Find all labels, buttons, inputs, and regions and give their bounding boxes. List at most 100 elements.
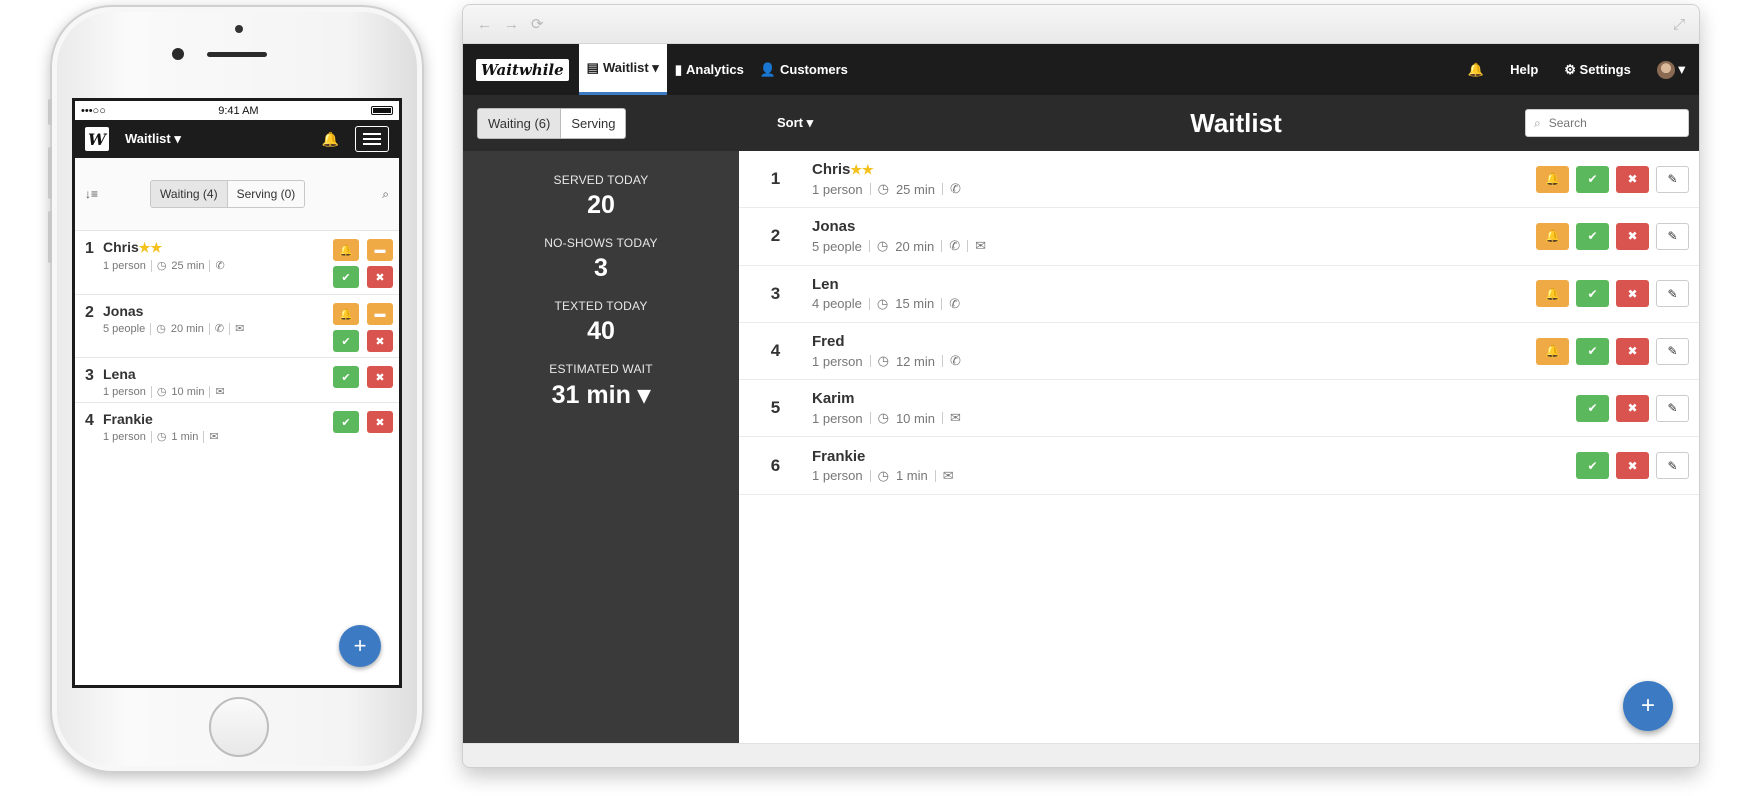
app-logo[interactable]: W xyxy=(85,127,109,151)
wait-time: 10 min xyxy=(895,410,935,426)
star-icon: ★★ xyxy=(138,240,163,255)
volume-up-button xyxy=(48,147,52,199)
edit-button[interactable]: ✎ xyxy=(1656,165,1689,193)
estimated-wait-dropdown[interactable]: 31 min ▾ xyxy=(463,380,739,410)
serve-button[interactable]: ✔ xyxy=(333,330,359,352)
notify-button[interactable]: 🔔 xyxy=(1536,337,1569,365)
table-row[interactable]: 1 Chris★★ 1 person ◷ 25 min ✆ 🔔 ✔ ✖ ✎ xyxy=(739,151,1699,209)
search-icon[interactable]: ⌕ xyxy=(382,187,389,202)
list-item[interactable]: 2 Jonas 5 people ◷ 20 min ✆ ✉ 🔔 ▬ ✔ ✖ xyxy=(75,295,399,358)
notify-button[interactable]: 🔔 xyxy=(333,239,359,261)
search-icon: ⌕ xyxy=(1534,115,1541,130)
remove-button[interactable]: ✖ xyxy=(367,330,393,352)
queue-number: 6 xyxy=(770,455,781,475)
notify-button[interactable]: 🔔 xyxy=(333,303,359,325)
sort-icon[interactable]: ↓≡ xyxy=(85,187,98,201)
queue-tabs: Waiting (6) Serving xyxy=(477,107,627,139)
nav-customers[interactable]: 👤 Customers xyxy=(752,44,856,95)
reload-icon[interactable]: ⟳ xyxy=(531,15,544,33)
remove-button[interactable]: ✖ xyxy=(1616,452,1649,480)
remove-button[interactable]: ✖ xyxy=(1616,222,1649,250)
mute-switch xyxy=(48,99,52,125)
nav-analytics[interactable]: ▮ Analytics xyxy=(667,44,752,95)
app-logo[interactable]: Waitwhile xyxy=(476,58,569,81)
wait-time: 1 min xyxy=(171,430,199,443)
stat-no-shows-today: NO-SHOWS TODAY 3 xyxy=(463,236,739,283)
table-row[interactable]: 5 Karim 1 person ◷ 10 min ✉ ✔ ✖ ✎ xyxy=(739,380,1699,438)
queue-number: 1 xyxy=(770,169,781,189)
serve-button[interactable]: ✔ xyxy=(333,366,359,388)
serve-button[interactable]: ✔ xyxy=(1576,452,1609,480)
volume-down-button xyxy=(48,211,52,263)
envelope-icon: ✉ xyxy=(235,323,245,335)
status-bar: •••○○ 9:41 AM xyxy=(75,101,399,120)
user-menu[interactable]: ▾ xyxy=(1656,60,1685,79)
front-camera xyxy=(172,48,184,60)
remove-button[interactable]: ✖ xyxy=(367,411,393,433)
clock-icon: ◷ xyxy=(877,410,889,426)
edit-button[interactable]: ✎ xyxy=(1656,222,1689,250)
sort-dropdown[interactable]: Sort ▾ xyxy=(777,115,813,131)
search-box[interactable]: ⌕ xyxy=(1525,109,1689,137)
tab-waiting[interactable]: Waiting (6) xyxy=(478,108,562,138)
search-input[interactable] xyxy=(1548,116,1669,130)
remove-button[interactable]: ✖ xyxy=(1616,165,1649,193)
edit-button[interactable]: ✎ xyxy=(1656,280,1689,308)
queue-number: 4 xyxy=(85,412,94,429)
add-guest-button[interactable]: + xyxy=(339,625,381,667)
message-button[interactable]: ▬ xyxy=(367,239,393,261)
edit-button[interactable]: ✎ xyxy=(1656,337,1689,365)
back-icon[interactable]: ← xyxy=(477,16,492,33)
tab-waiting[interactable]: Waiting (4) xyxy=(151,181,228,207)
remove-button[interactable]: ✖ xyxy=(367,266,393,288)
message-button[interactable]: ▬ xyxy=(367,303,393,325)
tab-serving[interactable]: Serving xyxy=(561,109,625,138)
forward-icon[interactable]: → xyxy=(504,16,519,33)
gear-icon: ⚙ xyxy=(1564,61,1576,77)
remove-button[interactable]: ✖ xyxy=(367,366,393,388)
edit-button[interactable]: ✎ xyxy=(1656,394,1689,422)
nav-help[interactable]: Help xyxy=(1510,62,1538,77)
menu-button[interactable] xyxy=(355,126,389,152)
table-row[interactable]: 6 Frankie 1 person ◷ 1 min ✉ ✔ ✖ ✎ xyxy=(739,437,1699,495)
nav-customers-label: Customers xyxy=(780,62,848,77)
nav-analytics-label: Analytics xyxy=(686,62,744,77)
table-row[interactable]: 3 Len 4 people ◷ 15 min ✆ 🔔 ✔ ✖ ✎ xyxy=(739,266,1699,323)
add-guest-button[interactable]: + xyxy=(1623,681,1673,731)
queue-number: 3 xyxy=(770,283,781,303)
party-size: 5 people xyxy=(103,322,146,335)
serve-button[interactable]: ✔ xyxy=(1576,337,1609,365)
clock-icon: ◷ xyxy=(877,467,889,483)
nav-settings-label: Settings xyxy=(1579,61,1631,77)
notify-button[interactable]: 🔔 xyxy=(1536,165,1569,193)
bell-icon[interactable]: 🔔 xyxy=(322,131,339,148)
expand-icon[interactable]: ⤢ xyxy=(1673,16,1685,33)
nav-settings[interactable]: ⚙ Settings xyxy=(1564,62,1631,78)
waitlist-body: SERVED TODAY 20 NO-SHOWS TODAY 3 TEXTED … xyxy=(463,151,1699,743)
serve-button[interactable]: ✔ xyxy=(1576,394,1609,422)
envelope-icon: ✉ xyxy=(975,238,987,254)
serve-button[interactable]: ✔ xyxy=(1576,280,1609,308)
list-item[interactable]: 3 Lena 1 person ◷ 10 min ✉ ✔ ✖ xyxy=(75,358,399,403)
table-row[interactable]: 2 Jonas 5 people ◷ 20 min ✆ ✉ 🔔 ✔ ✖ ✎ xyxy=(739,208,1699,266)
table-row[interactable]: 4 Fred 1 person ◷ 12 min ✆ 🔔 ✔ ✖ ✎ xyxy=(739,323,1699,381)
remove-button[interactable]: ✖ xyxy=(1616,337,1649,365)
list-item[interactable]: 1 Chris★★ 1 person ◷ 25 min ✆ 🔔 ▬ ✔ ✖ xyxy=(75,231,399,295)
wait-time: 20 min xyxy=(895,238,935,254)
clock-icon: ◷ xyxy=(877,353,889,369)
bell-icon[interactable]: 🔔 xyxy=(1468,62,1484,78)
edit-button[interactable]: ✎ xyxy=(1656,452,1689,480)
remove-button[interactable]: ✖ xyxy=(1616,394,1649,422)
browser-window: ← → ⟳ ⤢ Waitwhile ▤ Waitlist ▾ ▮ Analytics… xyxy=(462,4,1700,768)
waitlist-dropdown[interactable]: Waitlist ▾ xyxy=(125,131,181,147)
remove-button[interactable]: ✖ xyxy=(1616,280,1649,308)
notify-button[interactable]: 🔔 xyxy=(1536,222,1569,250)
notify-button[interactable]: 🔔 xyxy=(1536,280,1569,308)
nav-waitlist[interactable]: ▤ Waitlist ▾ xyxy=(578,44,667,95)
serve-button[interactable]: ✔ xyxy=(333,266,359,288)
serve-button[interactable]: ✔ xyxy=(1576,165,1609,193)
serve-button[interactable]: ✔ xyxy=(333,411,359,433)
list-item[interactable]: 4 Frankie 1 person ◷ 1 min ✉ ✔ ✖ xyxy=(75,403,399,448)
tab-serving[interactable]: Serving (0) xyxy=(228,181,305,207)
serve-button[interactable]: ✔ xyxy=(1576,222,1609,250)
